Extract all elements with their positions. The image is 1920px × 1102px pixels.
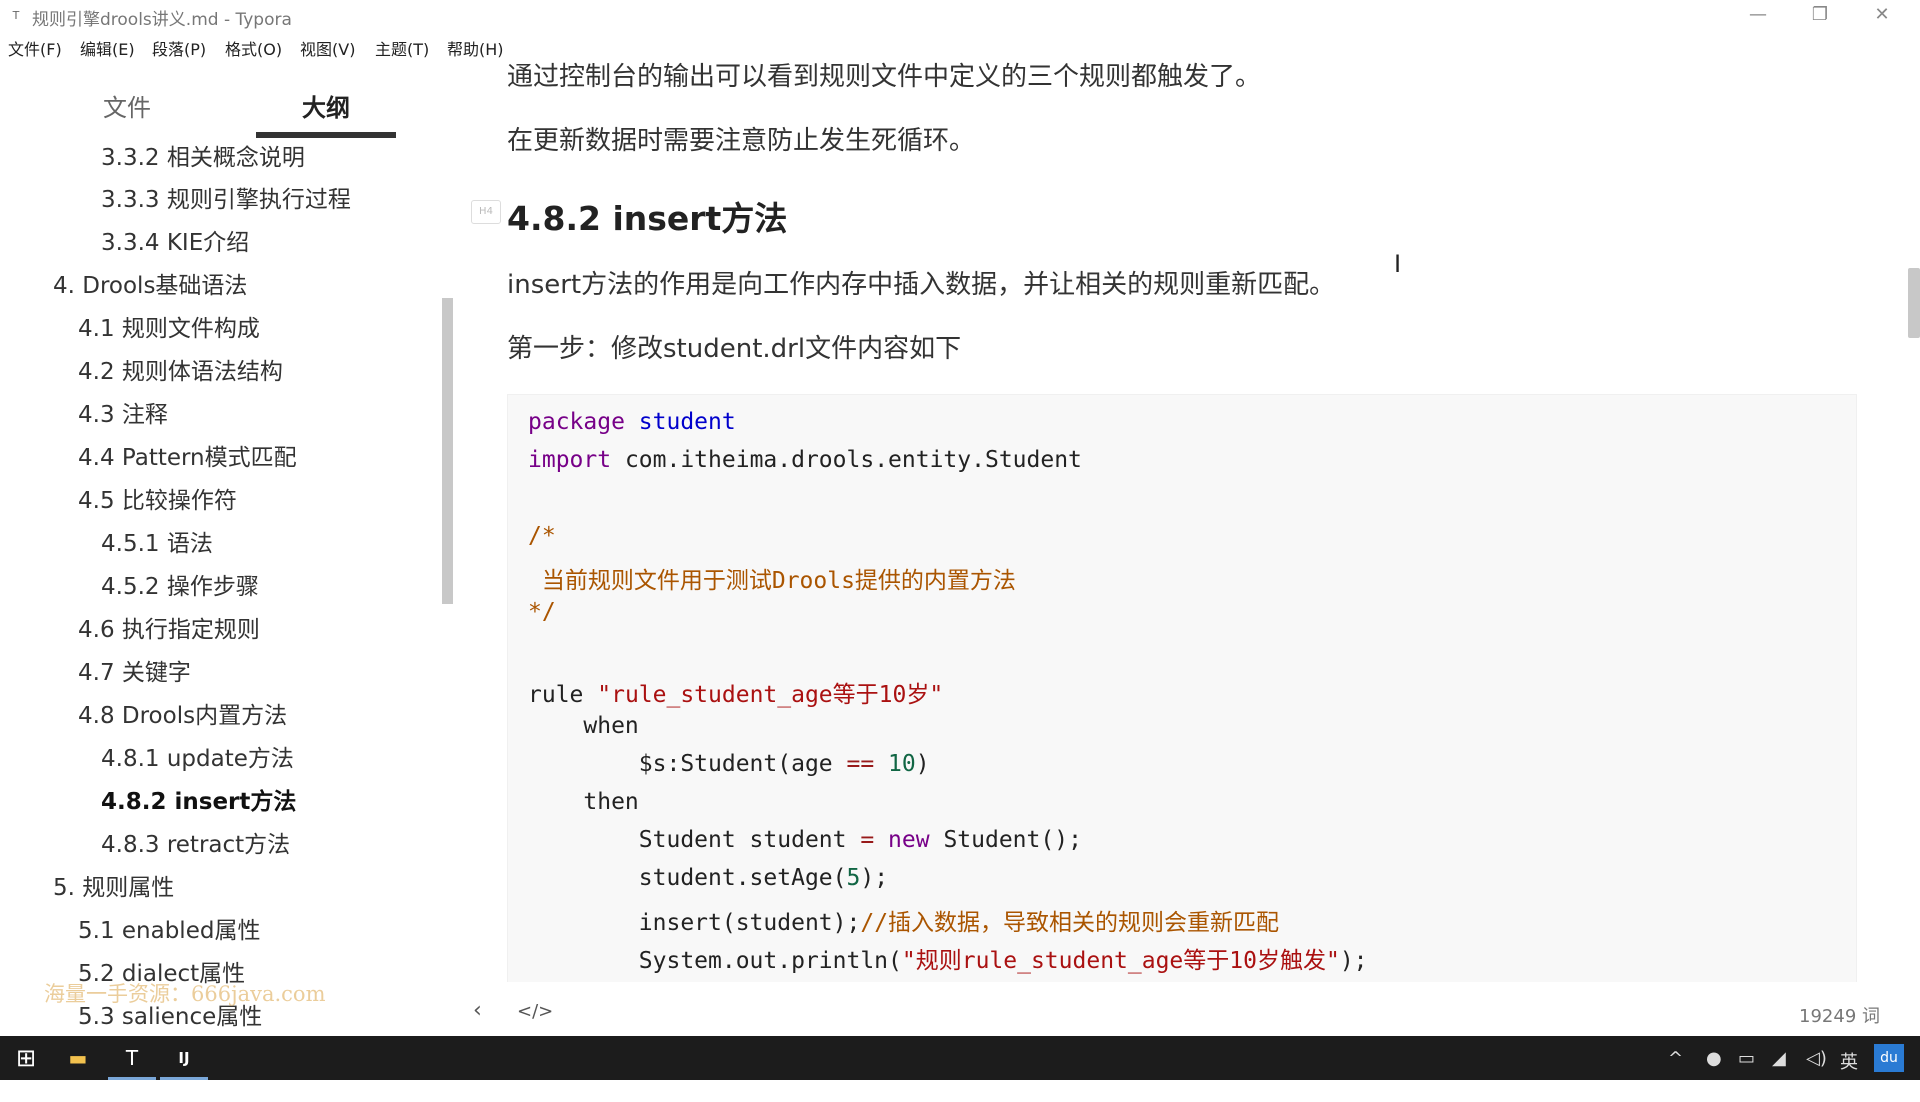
outline-item-active[interactable]: 4.8.2 insert方法: [101, 782, 296, 816]
paragraph: 在更新数据时需要注意防止发生死循环。: [507, 126, 976, 156]
menu-format[interactable]: 格式(O): [225, 36, 282, 60]
minimize-button[interactable]: —: [1728, 0, 1788, 30]
window-title: 规则引擎drools讲义.md - Typora: [32, 10, 292, 30]
code-line: 当前规则文件用于测试Drools提供的内置方法: [528, 568, 1016, 594]
watermark: 海量一手资源：666java.com: [44, 982, 326, 1006]
tab-outline[interactable]: 大纲: [302, 88, 350, 123]
typora-app-icon: T: [12, 9, 20, 22]
outline-item[interactable]: 4.5.1 语法: [101, 524, 213, 558]
sidebar: 文件 大纲 3.3.2 相关概念说明 3.3.3 规则引擎执行过程 3.3.4 …: [0, 62, 453, 1036]
outline-item[interactable]: 4. Drools基础语法: [53, 266, 247, 300]
code-line: insert(student);//插入数据，导致相关的规则会重新匹配: [528, 910, 1280, 936]
tray-chevron-icon[interactable]: ^: [1668, 1048, 1683, 1069]
menu-theme[interactable]: 主题(T): [375, 36, 429, 60]
outline-item[interactable]: 4.6 执行指定规则: [78, 610, 260, 644]
outline-item[interactable]: 4.5.2 操作步骤: [101, 567, 259, 601]
code-line: when: [528, 713, 639, 739]
status-bar: ‹ </> 19249 词: [455, 992, 1920, 1036]
outline-item[interactable]: 4.8 Drools内置方法: [78, 696, 287, 730]
baidu-input-icon[interactable]: du: [1874, 1044, 1904, 1072]
code-line: */: [528, 599, 556, 625]
menu-view[interactable]: 视图(V): [300, 36, 355, 60]
file-explorer-icon[interactable]: ▬: [54, 1036, 102, 1080]
taskbar: ⊞ ▬ T IJ ^ ● ▭ ◢ ◁) 英 du: [0, 1036, 1920, 1080]
toggle-sidebar-icon[interactable]: ‹: [473, 998, 482, 1023]
editor-scrollbar[interactable]: [1908, 268, 1920, 338]
menu-file[interactable]: 文件(F): [8, 36, 62, 60]
code-line: rule "rule_student_age等于10岁": [528, 682, 944, 708]
text-cursor-icon: I: [1394, 250, 1402, 278]
code-line: import com.itheima.drools.entity.Student: [528, 447, 1082, 473]
input-language-indicator[interactable]: 英: [1840, 1048, 1858, 1074]
outline-list: 3.3.2 相关概念说明 3.3.3 规则引擎执行过程 3.3.4 KIE介绍 …: [0, 142, 440, 1102]
code-line: System.out.println("规则rule_student_age等于…: [528, 948, 1368, 974]
active-tab-indicator: [256, 132, 396, 138]
microphone-icon[interactable]: ●: [1706, 1048, 1722, 1069]
outline-item[interactable]: 4.7 关键字: [78, 653, 191, 687]
menu-paragraph[interactable]: 段落(P): [152, 36, 206, 60]
outline-item[interactable]: 3.3.4 KIE介绍: [101, 223, 249, 257]
outline-item[interactable]: 4.4 Pattern模式匹配: [78, 438, 297, 472]
code-line: /*: [528, 523, 556, 549]
title-bar: T 规则引擎drools讲义.md - Typora — ❐ ✕: [0, 0, 1920, 32]
menu-edit[interactable]: 编辑(E): [80, 36, 135, 60]
outline-item[interactable]: 4.8.1 update方法: [101, 739, 294, 773]
outline-item[interactable]: 4.3 注释: [78, 395, 168, 429]
code-line: student.setAge(5);: [528, 865, 889, 891]
code-line: package student: [528, 409, 736, 435]
outline-item[interactable]: 4.8.3 retract方法: [101, 825, 290, 859]
code-line: $s:Student(age == 10): [528, 751, 930, 777]
outline-item[interactable]: 4.1 规则文件构成: [78, 309, 260, 343]
outline-item[interactable]: 4.5 比较操作符: [78, 481, 237, 515]
code-line: Student student = new Student();: [528, 827, 1082, 853]
outline-item[interactable]: 3.3.3 规则引擎执行过程: [101, 180, 351, 214]
outline-item[interactable]: 4.2 规则体语法结构: [78, 352, 283, 386]
code-block[interactable]: package student import com.itheima.drool…: [507, 394, 1857, 982]
outline-item[interactable]: 5. 规则属性: [53, 868, 174, 902]
windows-start-icon[interactable]: ⊞: [2, 1036, 50, 1080]
volume-icon[interactable]: ◁): [1806, 1048, 1827, 1069]
paragraph: 第一步：修改student.drl文件内容如下: [507, 334, 962, 364]
intellij-taskbar-icon[interactable]: IJ: [160, 1036, 208, 1080]
sidebar-scrollbar[interactable]: [442, 298, 453, 604]
close-button[interactable]: ✕: [1852, 0, 1912, 30]
network-icon[interactable]: ◢: [1772, 1048, 1786, 1069]
word-count[interactable]: 19249 词: [1799, 1002, 1880, 1028]
code-line: then: [528, 789, 639, 815]
paragraph: 通过控制台的输出可以看到规则文件中定义的三个规则都触发了。: [507, 62, 1262, 92]
battery-icon[interactable]: ▭: [1738, 1048, 1755, 1069]
heading-level-marker: H4: [471, 200, 501, 224]
outline-item[interactable]: 5.1 enabled属性: [78, 911, 260, 945]
typora-taskbar-icon[interactable]: T: [108, 1036, 156, 1080]
source-mode-icon[interactable]: </>: [517, 1001, 553, 1022]
tab-files[interactable]: 文件: [103, 88, 151, 123]
outline-item[interactable]: 3.3.2 相关概念说明: [101, 142, 305, 172]
paragraph: insert方法的作用是向工作内存中插入数据，并让相关的规则重新匹配。: [507, 270, 1336, 300]
editor-content[interactable]: 通过控制台的输出可以看到规则文件中定义的三个规则都触发了。 在更新数据时需要注意…: [455, 52, 1920, 982]
section-heading: 4.8.2 insert方法: [507, 199, 788, 238]
maximize-button[interactable]: ❐: [1790, 0, 1850, 30]
